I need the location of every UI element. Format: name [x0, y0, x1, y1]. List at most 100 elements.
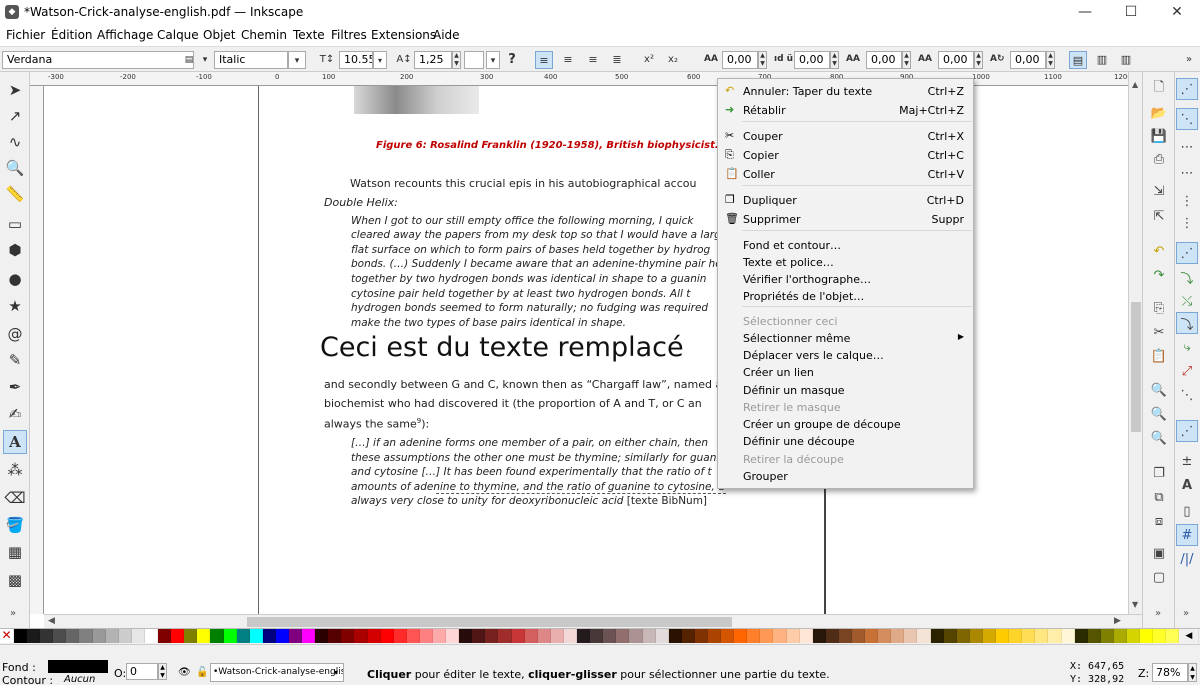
close-button[interactable]: ✕: [1154, 0, 1200, 24]
no-paint-swatch[interactable]: ✕: [0, 629, 14, 643]
vertical-text-button[interactable]: ▥: [1093, 51, 1111, 69]
context-menu-item[interactable]: Définir un masque: [718, 382, 973, 399]
context-menu-item[interactable]: ✂ Couper Ctrl+X: [718, 128, 973, 145]
palette-swatch[interactable]: [969, 629, 983, 643]
palette-swatch[interactable]: [642, 629, 656, 643]
open-icon[interactable]: 📂: [1147, 102, 1171, 124]
context-menu-item[interactable]: Définir une découpe: [718, 433, 973, 450]
palette-swatch[interactable]: [524, 629, 538, 643]
vertical-scrollbar[interactable]: ▲ ▼: [1128, 72, 1142, 614]
snap-text-baseline-icon[interactable]: ±: [1176, 450, 1198, 472]
help-icon[interactable]: ?: [503, 51, 521, 69]
para2-line[interactable]: biochemist who had discovered it (the pr…: [324, 397, 702, 410]
tweak-icon[interactable]: ∿: [3, 130, 27, 154]
palette-swatch[interactable]: [629, 629, 643, 643]
snap-midpoint-icon[interactable]: ⤢: [1176, 360, 1198, 382]
superscript-icon[interactable]: x²: [640, 51, 658, 69]
context-menu-item[interactable]: Créer un lien: [718, 364, 973, 381]
context-menu-item[interactable]: Sélectionner même ▶: [718, 330, 973, 347]
palette-swatch[interactable]: [838, 629, 852, 643]
undo-icon[interactable]: ↶: [1147, 240, 1171, 262]
replaced-text[interactable]: Ceci est du texte remplacé: [320, 332, 684, 363]
font-size-field[interactable]: 10.55: [339, 51, 373, 69]
stroke-value[interactable]: Aucun: [64, 674, 95, 685]
horizontal-scrollbar[interactable]: ◀ ▶: [44, 614, 1142, 628]
line-spacing-unit-dropdown-icon[interactable]: ▾: [486, 51, 500, 69]
font-size-dropdown-icon[interactable]: ▾: [373, 51, 387, 69]
snap-text-anchor-icon[interactable]: A: [1176, 474, 1198, 496]
palette-swatch[interactable]: [171, 629, 185, 643]
palette-swatch[interactable]: [1140, 629, 1154, 643]
snap-bbox-icon[interactable]: ⋱: [1176, 108, 1198, 130]
menu-affichage[interactable]: Affichage: [97, 28, 153, 42]
context-menu-item[interactable]: ➜ Rétablir Maj+Ctrl+Z: [718, 102, 973, 119]
eraser-icon[interactable]: ⌫: [3, 486, 27, 510]
gradient-icon[interactable]: ▦: [3, 540, 27, 564]
unlink-clone-icon[interactable]: ⧈: [1147, 510, 1171, 532]
zoom-drawing-icon[interactable]: 🔍: [1147, 403, 1171, 425]
quote1-line[interactable]: bonds. (…) Suddenly I became aware that …: [351, 258, 722, 270]
palette-swatch[interactable]: [393, 629, 407, 643]
pen-icon[interactable]: ✒: [3, 375, 27, 399]
palette-swatch[interactable]: [158, 629, 172, 643]
franklin-photo[interactable]: [354, 86, 479, 114]
palette-swatch[interactable]: [616, 629, 630, 643]
palette-swatch[interactable]: [485, 629, 499, 643]
rect-icon[interactable]: ▭: [3, 212, 27, 236]
context-menu-item[interactable]: Vérifier l'orthographe…: [718, 271, 973, 288]
palette-swatch[interactable]: [1166, 629, 1180, 643]
measure-icon[interactable]: 📏: [3, 182, 27, 206]
palette-swatch[interactable]: [603, 629, 617, 643]
palette-swatch[interactable]: [707, 629, 722, 643]
subscript-icon[interactable]: x₂: [664, 51, 682, 69]
palette-swatch[interactable]: [694, 629, 708, 643]
context-menu-item[interactable]: ⎘ Copier Ctrl+C: [718, 147, 973, 164]
menu-calque[interactable]: Calque: [157, 28, 199, 42]
palette-swatch[interactable]: [433, 629, 447, 643]
palette-swatch[interactable]: [1087, 629, 1101, 643]
palette-swatch[interactable]: [302, 629, 316, 643]
palette-swatch[interactable]: [446, 629, 460, 643]
palette-swatch[interactable]: [105, 629, 119, 643]
snap-enable-icon[interactable]: ⋰: [1176, 78, 1198, 100]
layer-lock-icon[interactable]: 🔓: [196, 667, 208, 678]
snap-grid-icon[interactable]: #: [1176, 524, 1198, 546]
palette-swatch[interactable]: [262, 629, 276, 643]
context-menu-item[interactable]: 📋 Coller Ctrl+V: [718, 166, 973, 183]
palette-swatch[interactable]: [812, 629, 826, 643]
quote2-line[interactable]: always very close to unity for deoxyribo…: [351, 495, 707, 507]
palette-swatch[interactable]: [406, 629, 420, 643]
bucket-icon[interactable]: 🪣: [3, 513, 27, 537]
snap-bbox-center-icon[interactable]: ⋮: [1176, 212, 1198, 234]
palette-swatch[interactable]: [315, 629, 329, 643]
palette-swatch[interactable]: [891, 629, 905, 643]
palette-swatch[interactable]: [550, 629, 564, 643]
palette-swatch[interactable]: [563, 629, 578, 643]
calligraphy-icon[interactable]: ✍: [3, 402, 27, 426]
palette-swatch[interactable]: [943, 629, 957, 643]
palette-swatch[interactable]: [197, 629, 211, 643]
snap-nodes-icon[interactable]: ⋰: [1176, 242, 1198, 264]
duplicate-icon[interactable]: ❐: [1147, 462, 1171, 484]
align-left-button[interactable]: ≡: [535, 51, 553, 69]
print-icon[interactable]: ⎙: [1147, 148, 1171, 170]
context-menu-item[interactable]: 🗑 Supprimer Suppr: [718, 211, 973, 228]
scroll-up-icon[interactable]: ▲: [1132, 80, 1138, 89]
palette-swatch[interactable]: [1100, 629, 1114, 643]
palette-swatch[interactable]: [537, 629, 551, 643]
palette-swatch[interactable]: [354, 629, 368, 643]
line-spacing-unit-field[interactable]: [464, 51, 484, 69]
letter-spacing-field[interactable]: 0,00: [722, 51, 758, 69]
palette-swatch[interactable]: [956, 629, 970, 643]
palette-swatch[interactable]: [40, 629, 54, 643]
palette-swatch[interactable]: [1061, 629, 1075, 643]
letter-spacing-stepper[interactable]: ▲ ▼: [758, 51, 767, 69]
palette-swatch[interactable]: [249, 629, 263, 643]
snap-rotation-center-icon[interactable]: ⋰: [1176, 420, 1198, 442]
opacity-stepper[interactable]: ▲ ▼: [158, 663, 167, 680]
palette-swatch[interactable]: [773, 629, 787, 643]
quote1-line[interactable]: cytosine pair held together by at least …: [351, 288, 690, 300]
scroll-left-icon[interactable]: ◀: [48, 616, 55, 626]
palette-swatch[interactable]: [996, 629, 1010, 643]
para2-line[interactable]: and secondly between G and C, known then…: [324, 378, 726, 391]
